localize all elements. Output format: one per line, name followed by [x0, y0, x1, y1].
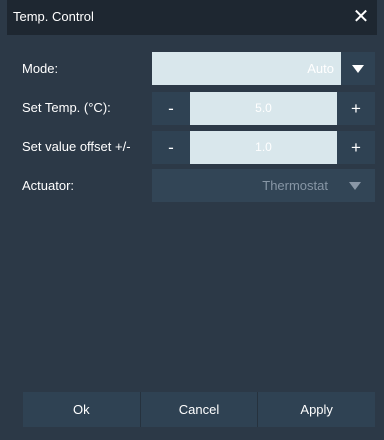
- set-temp-value[interactable]: 5.0: [190, 92, 337, 125]
- dialog-footer: Ok Cancel Apply: [23, 392, 376, 427]
- actuator-select[interactable]: Thermostat: [152, 169, 375, 202]
- set-temp-decrement-button[interactable]: -: [152, 92, 190, 125]
- chevron-down-icon: [352, 64, 364, 73]
- set-temp-stepper[interactable]: - 5.0 +: [152, 92, 375, 125]
- offset-increment-button[interactable]: +: [337, 131, 375, 164]
- mode-value: Auto: [152, 52, 341, 85]
- actuator-dropdown-button[interactable]: [335, 169, 375, 202]
- close-icon[interactable]: ✕: [351, 5, 371, 29]
- apply-button[interactable]: Apply: [258, 392, 376, 427]
- set-temp-increment-button[interactable]: +: [337, 92, 375, 125]
- temp-control-dialog: Temp. Control ✕ Mode: Auto Set Temp. (°C…: [7, 0, 377, 440]
- offset-label: Set value offset +/-: [22, 139, 131, 154]
- mode-select[interactable]: Auto: [152, 52, 375, 85]
- mode-label: Mode:: [22, 61, 59, 76]
- mode-dropdown-button[interactable]: [341, 52, 375, 85]
- ok-button[interactable]: Ok: [23, 392, 141, 427]
- chevron-down-icon: [349, 181, 361, 190]
- dialog-title: Temp. Control: [13, 9, 94, 24]
- offset-decrement-button[interactable]: -: [152, 131, 190, 164]
- offset-stepper[interactable]: - 1.0 +: [152, 131, 375, 164]
- offset-value[interactable]: 1.0: [190, 131, 337, 164]
- actuator-value: Thermostat: [262, 178, 328, 193]
- title-bar: Temp. Control ✕: [7, 0, 377, 35]
- set-temp-label: Set Temp. (°C):: [22, 100, 111, 115]
- actuator-label: Actuator:: [22, 178, 75, 193]
- cancel-button[interactable]: Cancel: [140, 392, 259, 427]
